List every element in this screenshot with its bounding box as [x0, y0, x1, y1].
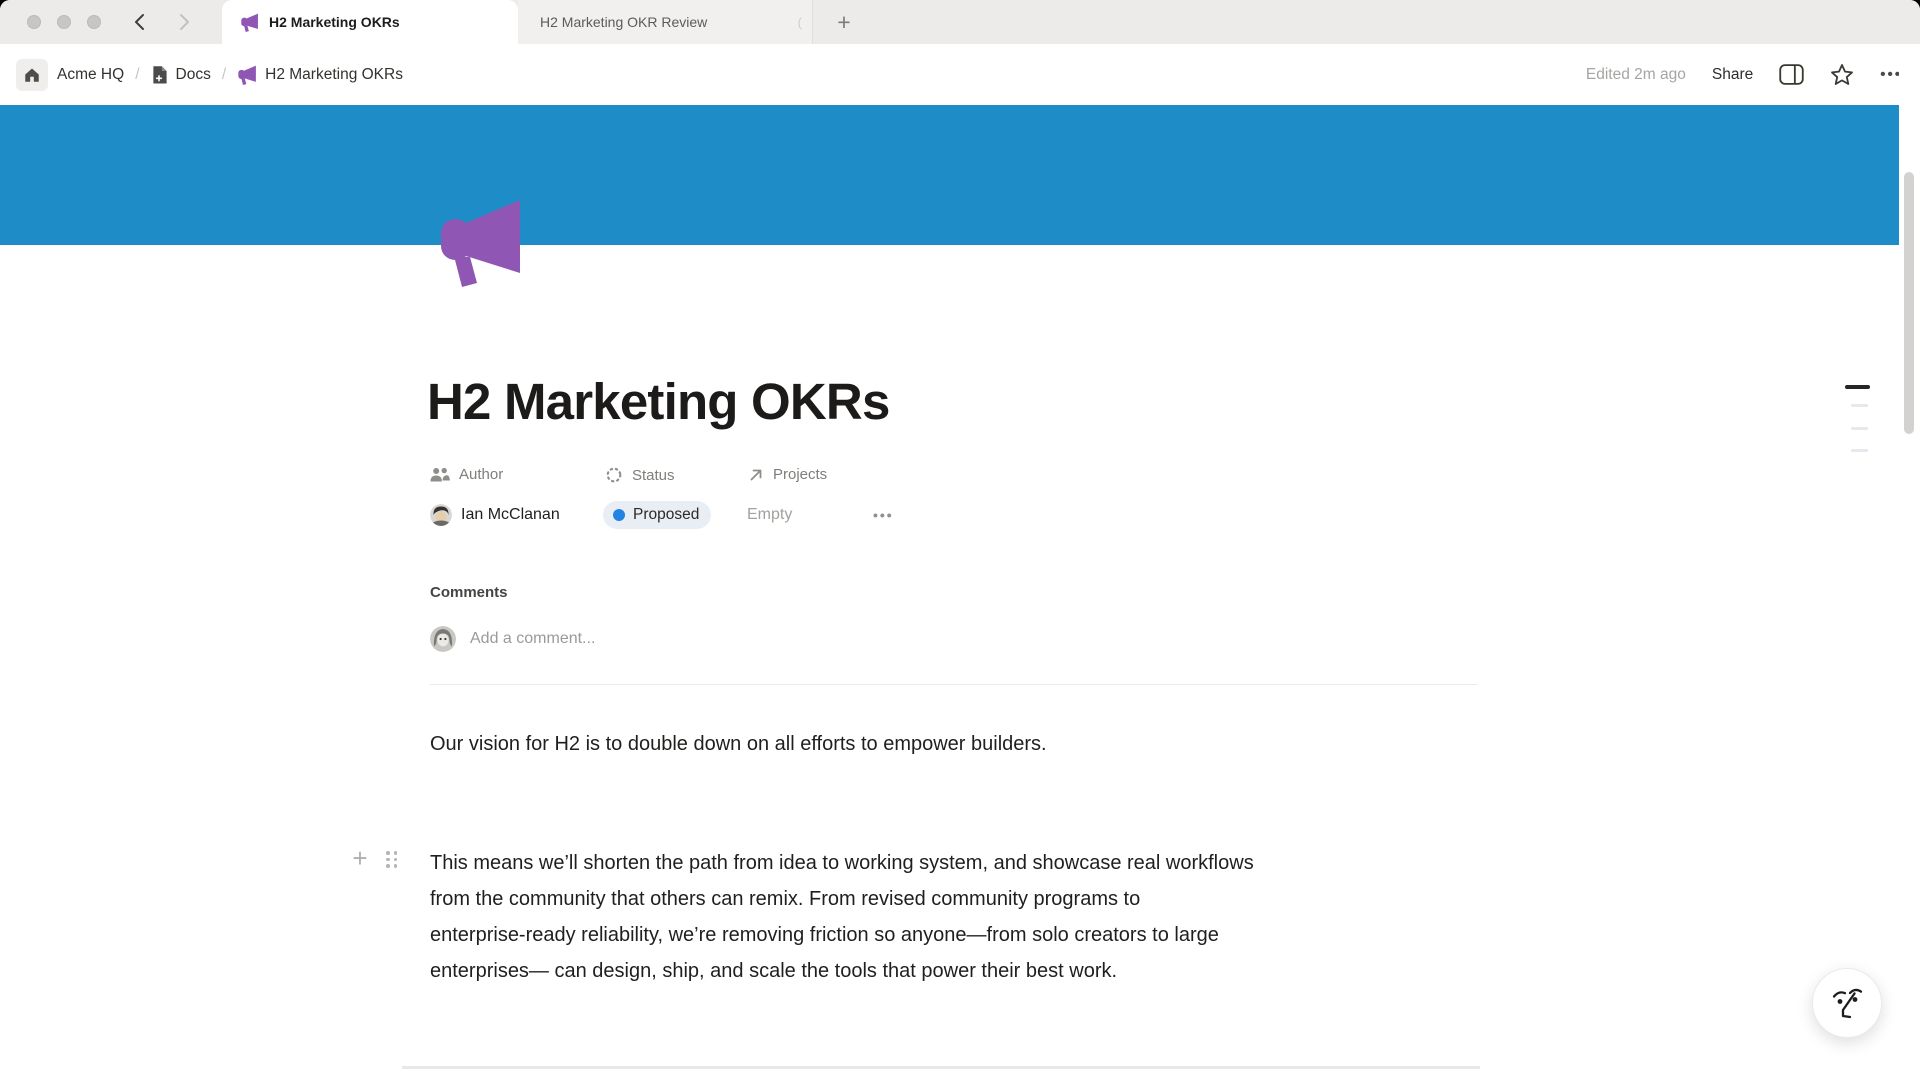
traffic-light-zoom[interactable] [87, 15, 101, 29]
status-dot [613, 509, 625, 521]
traffic-light-close[interactable] [27, 15, 41, 29]
chevron-right-icon [175, 12, 193, 32]
document-icon [151, 65, 168, 85]
home-button[interactable] [16, 59, 48, 91]
property-value-author[interactable]: Ian McClanan [430, 500, 560, 530]
section-divider [430, 684, 1478, 685]
breadcrumb-separator: / [220, 66, 228, 84]
back-button[interactable] [126, 8, 154, 36]
favorite-button[interactable] [1830, 63, 1854, 86]
people-icon [430, 467, 450, 483]
tab-label: H2 Marketing OKRs [269, 14, 400, 30]
side-panel-icon [1779, 64, 1804, 85]
property-value-projects[interactable]: Empty [747, 500, 792, 530]
add-block-button[interactable]: + [348, 846, 372, 870]
status-spinner-icon [605, 466, 623, 484]
home-icon [23, 66, 41, 84]
page-body: H2 Marketing OKRs Author Status Projects [430, 0, 1478, 1080]
drag-handle-icon[interactable] [386, 851, 399, 870]
outline-indicator[interactable] [1851, 427, 1868, 430]
ai-face-icon [1827, 983, 1867, 1023]
outline-indicator[interactable] [1851, 449, 1868, 452]
breadcrumb: Acme HQ / Docs / [16, 44, 403, 105]
paragraph-vision[interactable]: Our vision for H2 is to double down on a… [430, 729, 1478, 759]
breadcrumb-item-page[interactable]: H2 Marketing OKRs [237, 65, 403, 85]
chevron-left-icon [131, 12, 149, 32]
traffic-light-minimize[interactable] [57, 15, 71, 29]
comment-input-placeholder: Add a comment... [470, 630, 595, 648]
breadcrumb-item-workspace[interactable]: Acme HQ [57, 66, 124, 84]
page-title[interactable]: H2 Marketing OKRs [427, 372, 890, 431]
forward-button[interactable] [170, 8, 198, 36]
star-icon [1830, 63, 1854, 86]
property-label-projects[interactable]: Projects [748, 466, 827, 483]
scrollbar-track [1899, 44, 1920, 1080]
outline-indicator-active[interactable] [1845, 385, 1870, 389]
property-label-author[interactable]: Author [430, 466, 503, 483]
top-bar-actions: Edited 2m ago Share ••• [1586, 44, 1902, 105]
breadcrumb-separator: / [133, 66, 141, 84]
ai-assistant-button[interactable] [1812, 968, 1882, 1038]
scrollbar-thumb[interactable] [1904, 172, 1914, 434]
divider-block [402, 1066, 1480, 1069]
app-window: H2 Marketing OKRs H2 Marketing OKR Revie… [0, 0, 1920, 1080]
property-more-button[interactable]: ••• [873, 500, 894, 530]
edited-timestamp: Edited 2m ago [1586, 66, 1686, 84]
paragraph-details[interactable]: This means we’ll shorten the path from i… [430, 845, 1468, 989]
share-button[interactable]: Share [1712, 66, 1753, 84]
megaphone-icon [237, 65, 257, 85]
toggle-sidebar-button[interactable] [1779, 64, 1804, 85]
breadcrumb-item-docs[interactable]: Docs [151, 65, 211, 85]
author-avatar [430, 504, 452, 526]
status-badge[interactable]: Proposed [603, 501, 711, 529]
commenter-avatar [430, 626, 456, 652]
outline-indicator[interactable] [1851, 404, 1868, 407]
property-label-status[interactable]: Status [605, 466, 675, 484]
property-value-status[interactable]: Proposed [603, 500, 711, 530]
arrow-up-right-icon [748, 467, 764, 483]
megaphone-icon [240, 13, 259, 32]
comments-heading: Comments [430, 584, 508, 601]
comment-input-row[interactable]: Add a comment... [430, 626, 595, 652]
